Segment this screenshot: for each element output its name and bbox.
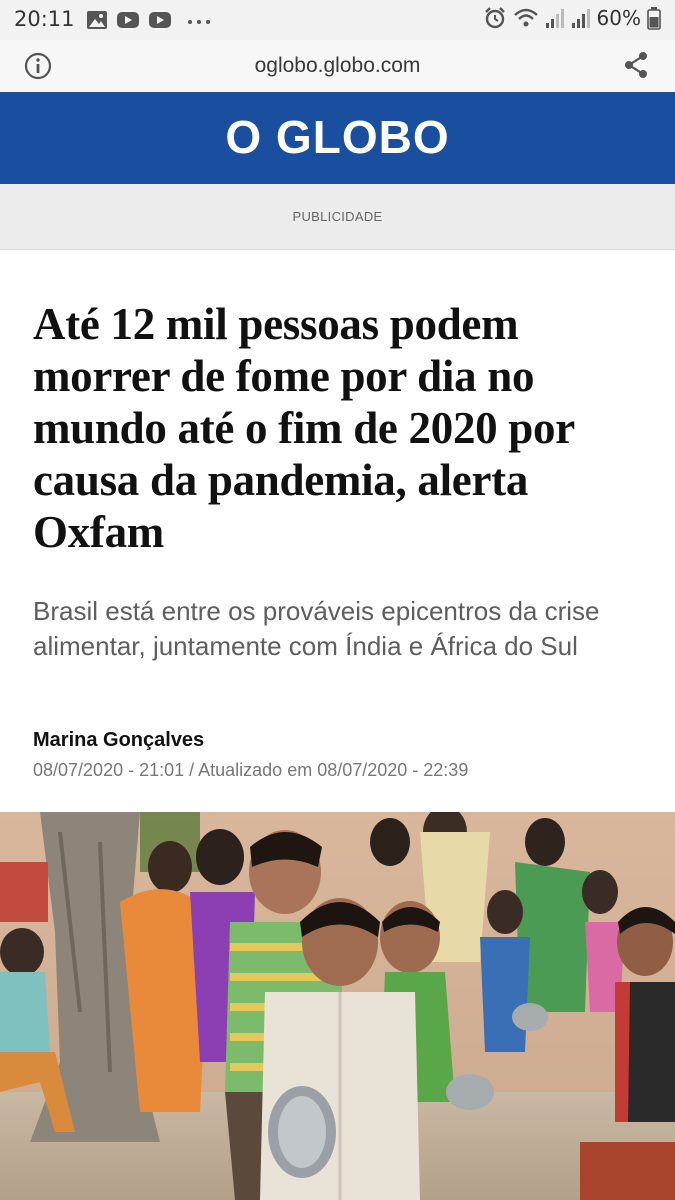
- gallery-icon: [87, 11, 107, 29]
- signal-icon: [545, 9, 564, 28]
- ad-label: PUBLICIDADE: [292, 209, 383, 224]
- alarm-icon: [484, 7, 505, 29]
- battery-percent: 60%: [596, 6, 641, 30]
- site-logo[interactable]: O GLOBO: [0, 110, 675, 164]
- ad-band: PUBLICIDADE: [0, 184, 675, 250]
- status-time: 20:11: [14, 7, 75, 31]
- signal-icon: [571, 9, 590, 28]
- wifi-icon: [513, 8, 538, 27]
- more-dots-icon: [188, 20, 210, 24]
- browser-url-bar: oglobo.globo.com: [0, 40, 675, 92]
- youtube-icon: [149, 12, 171, 28]
- article-dateline: 08/07/2020 - 21:01 / Atualizado em 08/07…: [33, 760, 469, 780]
- status-right-group: 60%: [483, 6, 661, 30]
- youtube-icon: [117, 12, 139, 28]
- battery-icon: [647, 7, 661, 30]
- url-text[interactable]: oglobo.globo.com: [0, 54, 675, 78]
- article-subtitle: Brasil está entre os prováveis epicentro…: [33, 596, 600, 661]
- photo-illustration: [0, 812, 675, 1200]
- article-photo: [0, 812, 675, 1200]
- article-headline: Até 12 mil pessoas podem morrer de fome …: [33, 299, 575, 557]
- status-bar: 20:11 60%: [0, 0, 675, 40]
- site-header: O GLOBO: [0, 92, 675, 184]
- article-author[interactable]: Marina Gonçalves: [33, 729, 204, 752]
- share-icon[interactable]: [623, 51, 649, 79]
